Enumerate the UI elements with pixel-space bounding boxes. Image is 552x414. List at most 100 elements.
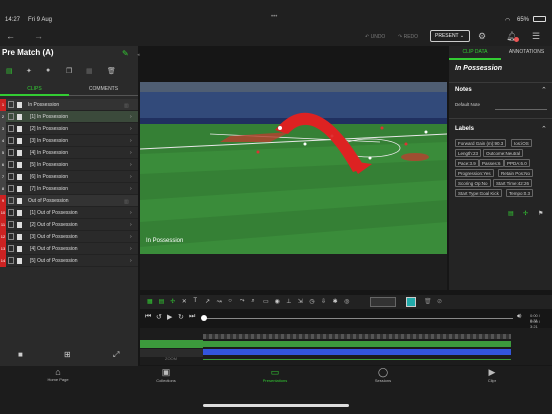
seek-handle[interactable] xyxy=(201,315,207,321)
arrow-tool-icon[interactable]: ↗ xyxy=(205,298,210,305)
checkbox[interactable] xyxy=(8,149,14,156)
clip-row[interactable]: 2 [1] In Possession › xyxy=(0,111,138,123)
present-button[interactable]: PRESENT ⌄ xyxy=(430,30,470,42)
label-chip[interactable]: Tempo:0.3 xyxy=(506,189,534,197)
checkbox[interactable] xyxy=(8,245,14,252)
clip-track-blue[interactable] xyxy=(203,349,511,355)
download-icon[interactable]: ⇩ xyxy=(321,298,326,305)
tab-sessions[interactable]: ◯ Sessions xyxy=(365,367,401,383)
label-chip[interactable]: Pace:3.9 xyxy=(455,159,479,167)
add-comment-icon[interactable]: ⊞ xyxy=(64,350,71,359)
highlight-icon[interactable]: ✱ xyxy=(333,298,338,305)
tab-presentations[interactable]: ▭ Presentations xyxy=(256,367,294,383)
skip-forward-icon[interactable]: ⏭ xyxy=(189,313,195,321)
chevron-right-icon[interactable]: › xyxy=(130,231,132,243)
tab-home[interactable]: ⌂ Home Page xyxy=(40,367,76,382)
tag-icon[interactable]: ✢ xyxy=(523,210,528,217)
checkbox[interactable] xyxy=(8,197,14,204)
chevron-right-icon[interactable]: › xyxy=(130,207,132,219)
label-chip[interactable]: Forward Gain (m):90.3 xyxy=(455,139,507,147)
spotlight-icon[interactable]: ◉ xyxy=(275,298,280,305)
label-chip[interactable]: Length:23 xyxy=(455,149,482,157)
volume-icon[interactable]: 🔊︎ xyxy=(517,313,521,321)
gear-icon[interactable]: ⚙ xyxy=(478,29,486,43)
chevron-right-icon[interactable]: › xyxy=(130,135,132,147)
document-icon[interactable]: ▤ xyxy=(6,67,13,75)
label-chip[interactable]: Start Time:42:26 xyxy=(493,179,533,187)
tab-annotations[interactable]: ANNOTATIONS xyxy=(501,46,552,60)
chevron-right-icon[interactable]: › xyxy=(130,255,132,267)
folder-icon[interactable]: ■ xyxy=(18,350,23,359)
menu-icon[interactable]: ☰ xyxy=(532,29,540,43)
clip-row[interactable]: 13 [4] Out of Possession › xyxy=(0,243,138,255)
tag-icon[interactable]: ✢ xyxy=(170,298,175,305)
rectangle-tool-icon[interactable]: ▭ xyxy=(263,298,269,305)
clip-row[interactable]: 4 [3] In Possession › xyxy=(0,135,138,147)
label-chip[interactable]: Outcome:Neutral xyxy=(483,149,524,157)
clip-row[interactable]: 6 [5] In Possession › xyxy=(0,159,138,171)
curve-arrow-icon[interactable]: ↝ xyxy=(217,298,222,305)
panel-handle-icon[interactable]: ◂ xyxy=(137,52,140,58)
tab-clip-data[interactable]: CLIP DATA xyxy=(449,46,501,60)
forward-arrow-icon[interactable]: → xyxy=(34,29,43,43)
magnifier-icon[interactable]: ⌕ xyxy=(251,298,254,305)
trash-icon[interactable]: 🗑︎ xyxy=(107,67,116,75)
clip-row[interactable]: 8 [7] In Possession › xyxy=(0,183,138,195)
move-tool-icon[interactable]: ⇲ xyxy=(298,298,303,305)
trash-icon[interactable]: 🗑︎ xyxy=(424,298,432,305)
highlight-icon[interactable]: ▥ xyxy=(124,100,130,109)
select-icon[interactable]: ▦ xyxy=(147,298,153,305)
color-swatch[interactable] xyxy=(406,297,416,307)
chevron-right-icon[interactable]: › xyxy=(130,243,132,255)
undo-button[interactable]: ↶ UNDO xyxy=(365,31,385,43)
paste-icon[interactable]: ▦ xyxy=(86,67,93,75)
chevron-right-icon[interactable]: › xyxy=(130,159,132,171)
clip-row[interactable]: 5 [4] In Possession › xyxy=(0,147,138,159)
pin-icon[interactable]: ✦ xyxy=(26,67,32,75)
skip-back-icon[interactable]: ⏮ xyxy=(145,313,151,321)
chevron-right-icon[interactable]: › xyxy=(130,183,132,195)
edit-pencil-icon[interactable]: ✎ xyxy=(122,49,129,58)
checkbox[interactable] xyxy=(8,113,14,120)
clip-row[interactable]: 3 [2] In Possession › xyxy=(0,123,138,135)
tab-collections[interactable]: ▣ Collections xyxy=(148,367,184,383)
checkbox[interactable] xyxy=(8,257,14,264)
close-icon[interactable]: ✕ xyxy=(182,298,187,305)
label-chip[interactable]: Start Type:Goal Kick xyxy=(455,189,502,197)
checkbox[interactable] xyxy=(8,209,14,216)
clear-icon[interactable]: ⊘ xyxy=(437,298,442,305)
redo-button[interactable]: ↷ REDO xyxy=(398,31,418,43)
rewind-icon[interactable]: ↺ xyxy=(156,313,162,321)
checkbox[interactable] xyxy=(8,221,14,228)
timeline-ruler[interactable] xyxy=(203,334,511,339)
back-arrow-icon[interactable]: ← xyxy=(6,29,15,43)
checkbox[interactable] xyxy=(8,185,14,192)
pen-tool-icon[interactable]: ⤳ xyxy=(240,298,245,305)
label-chip[interactable]: PPDA:6.0 xyxy=(504,159,530,167)
more-dots-icon[interactable]: ••• xyxy=(271,14,277,20)
clip-track-green[interactable] xyxy=(203,341,511,347)
clip-row[interactable]: 7 [6] In Possession › xyxy=(0,171,138,183)
layer-icon[interactable]: ▤ xyxy=(159,298,165,305)
clip-row[interactable]: 11 [2] Out of Possession › xyxy=(0,219,138,231)
notes-collapse-icon[interactable]: ⌃ xyxy=(541,86,547,94)
chevron-right-icon[interactable]: › xyxy=(130,219,132,231)
label-chip[interactable]: Retain Pos:No xyxy=(498,169,534,177)
clip-group-row[interactable]: 9 Out of Possession ▥ xyxy=(0,195,138,207)
circle-tool-icon[interactable]: ○ xyxy=(228,298,232,304)
zoom-slider[interactable] xyxy=(203,359,511,360)
tab-clips[interactable]: CLIPS xyxy=(0,82,69,96)
flag-icon[interactable]: ⚑ xyxy=(538,210,543,217)
copy-icon[interactable]: ❐ xyxy=(66,67,72,75)
expand-icon[interactable]: ⤢ xyxy=(113,350,119,360)
label-chip[interactable]: Ios:iOS xyxy=(511,139,532,147)
tab-clipr[interactable]: ▶ Clipr xyxy=(474,367,510,383)
tab-comments[interactable]: COMMENTS xyxy=(69,82,138,96)
focus-icon[interactable]: ◎ xyxy=(344,298,349,305)
checkbox[interactable] xyxy=(8,101,14,108)
chevron-right-icon[interactable]: › xyxy=(130,147,132,159)
timer-icon[interactable]: ◷ xyxy=(309,298,314,305)
line-tool-icon[interactable]: ⊥ xyxy=(286,298,291,305)
checkbox[interactable] xyxy=(8,137,14,144)
add-label-icon[interactable]: ▤ xyxy=(508,210,514,217)
